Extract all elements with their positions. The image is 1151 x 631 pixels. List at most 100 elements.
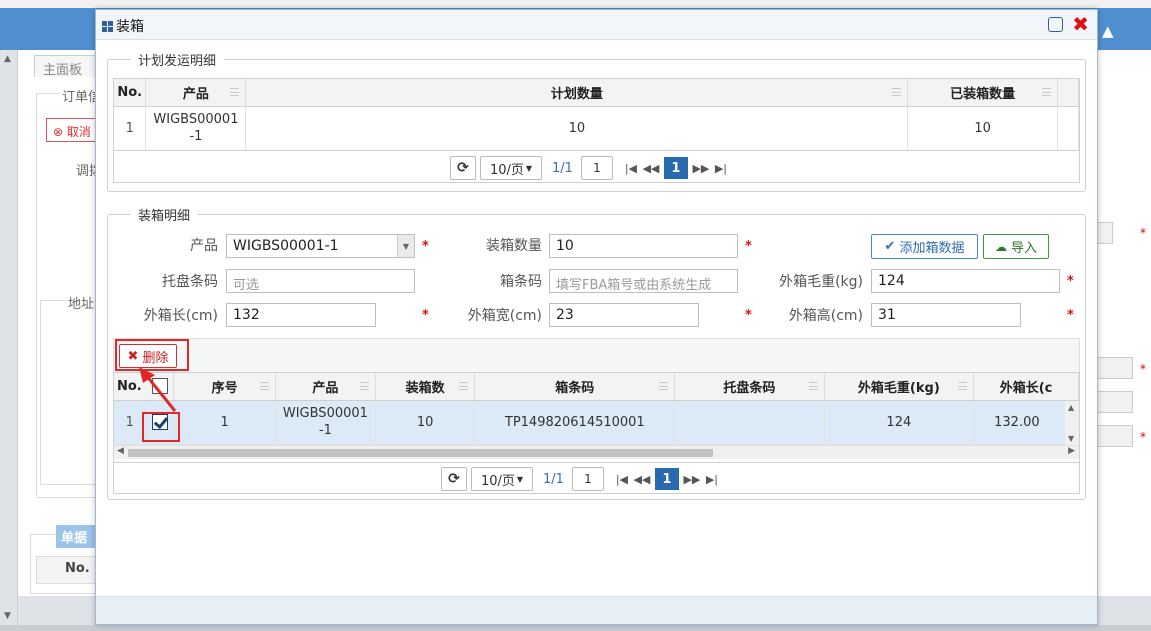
bg-input[interactable] [1097, 425, 1133, 447]
prev-page-icon[interactable]: ◀◀ [632, 467, 652, 491]
column-menu-icon[interactable] [659, 382, 669, 390]
close-icon[interactable]: ✖ [1072, 12, 1089, 36]
cell-length: 132.00 [973, 400, 1079, 445]
tree-icon[interactable]: ▲ [1102, 22, 1114, 40]
width-input[interactable]: 23 [549, 303, 699, 327]
refresh-icon[interactable]: ⟳ [441, 467, 467, 491]
maximize-icon[interactable] [1048, 17, 1063, 32]
doc-section-label: 单据 [56, 525, 96, 548]
dialog-footer [96, 596, 1097, 624]
col-header-box-code[interactable]: 箱条码 [474, 373, 676, 401]
col-header-plan-qty[interactable]: 计划数量 [245, 79, 909, 107]
bg-input[interactable] [1097, 357, 1133, 379]
page-size-select[interactable]: 10/页 ▼ [480, 156, 542, 180]
column-menu-icon[interactable] [808, 382, 818, 390]
page-info: 1/1 [552, 160, 573, 176]
page-input[interactable]: 1 [571, 467, 604, 491]
next-page-icon[interactable]: ▶▶ [682, 467, 702, 491]
page-input[interactable]: 1 [580, 156, 613, 180]
scroll-up-arrow-icon[interactable]: ▲ [4, 54, 11, 64]
col-header-product[interactable]: 产品 [275, 373, 376, 401]
cell-plan-qty: 10 [245, 106, 909, 150]
col-header-box-qty[interactable]: 装箱数 [375, 373, 476, 401]
cell-pallet-code [674, 400, 825, 445]
column-menu-icon[interactable] [259, 382, 269, 390]
required-mark: * [1067, 274, 1074, 289]
last-page-icon[interactable]: ▶| [702, 467, 722, 491]
required-mark: * [1067, 308, 1074, 323]
first-page-icon[interactable]: |◀ [612, 467, 632, 491]
horizontal-scrollbar[interactable]: ◀ ▶ [114, 445, 1079, 459]
scrollbar-thumb[interactable] [128, 449, 713, 457]
qty-label: 装箱数量 [486, 238, 542, 254]
refresh-icon[interactable]: ⟳ [450, 156, 476, 180]
packing-legend: 装箱明细 [138, 209, 191, 224]
vertical-scrollbar[interactable]: ▲ ▼ [1065, 401, 1079, 445]
annotation-arrow [139, 367, 177, 412]
scroll-left-icon[interactable]: ◀ [117, 446, 124, 456]
column-menu-icon[interactable] [459, 382, 469, 390]
box-code-input[interactable]: 填写FBA箱号或由系统生成 [549, 269, 738, 293]
cancel-label: 取消 [66, 125, 91, 139]
prev-page-icon[interactable]: ◀◀ [641, 156, 661, 180]
first-page-icon[interactable]: |◀ [621, 156, 641, 180]
qty-input[interactable]: 10 [549, 234, 738, 258]
required-mark: * [422, 239, 429, 254]
packing-pager: ⟳ 10/页 ▼ 1/1 1 |◀ ◀◀ 1 ▶▶ ▶| [441, 466, 722, 492]
required-mark: * [1140, 226, 1146, 240]
dialog-header[interactable]: 装箱 ✖ [96, 10, 1097, 40]
import-button[interactable]: ☁ 导入 [983, 234, 1049, 259]
height-label: 外箱高(cm) [788, 308, 863, 324]
length-input[interactable]: 132 [226, 303, 376, 327]
cell-no: 1 [114, 106, 147, 150]
scroll-down-arrow-icon[interactable]: ▼ [4, 611, 11, 621]
doc-grid-header: No. [36, 556, 98, 584]
table-row[interactable]: 1 WIGBS00001 -1 10 10 [114, 106, 1079, 150]
col-header-pallet-code[interactable]: 托盘条码 [674, 373, 825, 401]
column-menu-icon[interactable] [359, 382, 369, 390]
tab-home[interactable]: 主面板 [34, 55, 96, 78]
gross-weight-input[interactable]: 124 [871, 269, 1060, 293]
required-mark: * [745, 239, 752, 254]
cloud-upload-icon: ☁ [994, 239, 1007, 254]
col-header-packed-qty[interactable]: 已装箱数量 [907, 79, 1059, 107]
column-menu-icon[interactable] [230, 88, 240, 96]
bg-select[interactable] [1097, 222, 1113, 244]
scroll-up-icon[interactable]: ▲ [1068, 403, 1074, 412]
height-input[interactable]: 31 [871, 303, 1021, 327]
dropdown-arrow-icon[interactable]: ▼ [397, 235, 414, 257]
pallet-label: 托盘条码 [162, 274, 218, 290]
pallet-input[interactable]: 可选 [226, 269, 415, 293]
column-menu-icon[interactable] [1042, 88, 1052, 96]
page-info: 1/1 [543, 471, 564, 487]
next-page-icon[interactable]: ▶▶ [691, 156, 711, 180]
column-menu-icon[interactable] [958, 382, 968, 390]
add-box-data-button[interactable]: ✔ 添加箱数据 [871, 234, 978, 259]
cell-packed-qty: 10 [907, 106, 1059, 150]
cell-gross-weight: 124 [824, 400, 975, 445]
table-row[interactable]: 1 1 WIGBS00001 -1 10 TP149820614510001 12… [114, 400, 1079, 445]
bg-input[interactable] [1097, 391, 1133, 413]
scroll-right-icon[interactable]: ▶ [1068, 446, 1075, 456]
col-header-spacer [1057, 79, 1079, 107]
check-icon: ✔ [884, 239, 896, 254]
required-mark: * [422, 308, 429, 323]
required-mark: * [1140, 362, 1146, 376]
grid-icon [102, 21, 113, 32]
col-header-no[interactable]: No. [114, 79, 147, 107]
column-menu-icon[interactable] [892, 88, 902, 96]
last-page-icon[interactable]: ▶| [711, 156, 731, 180]
left-scrollbar[interactable]: ▲ ▼ [0, 50, 18, 625]
current-page-button[interactable]: 1 [663, 157, 688, 179]
cell-spacer [1057, 106, 1079, 150]
page-size-select[interactable]: 10/页 ▼ [471, 467, 533, 491]
col-header-product[interactable]: 产品 [145, 79, 247, 107]
status-bar [0, 625, 1151, 631]
col-header-length[interactable]: 外箱长(c [973, 373, 1079, 401]
scroll-down-icon[interactable]: ▼ [1068, 434, 1074, 443]
cancel-button[interactable]: ⊗ 取消 [46, 118, 98, 142]
product-combobox[interactable]: WIGBS00001-1 ▼ [226, 234, 415, 258]
current-page-button[interactable]: 1 [654, 468, 679, 490]
plan-legend: 计划发运明细 [138, 54, 217, 69]
col-header-gross-weight[interactable]: 外箱毛重(kg) [824, 373, 975, 401]
